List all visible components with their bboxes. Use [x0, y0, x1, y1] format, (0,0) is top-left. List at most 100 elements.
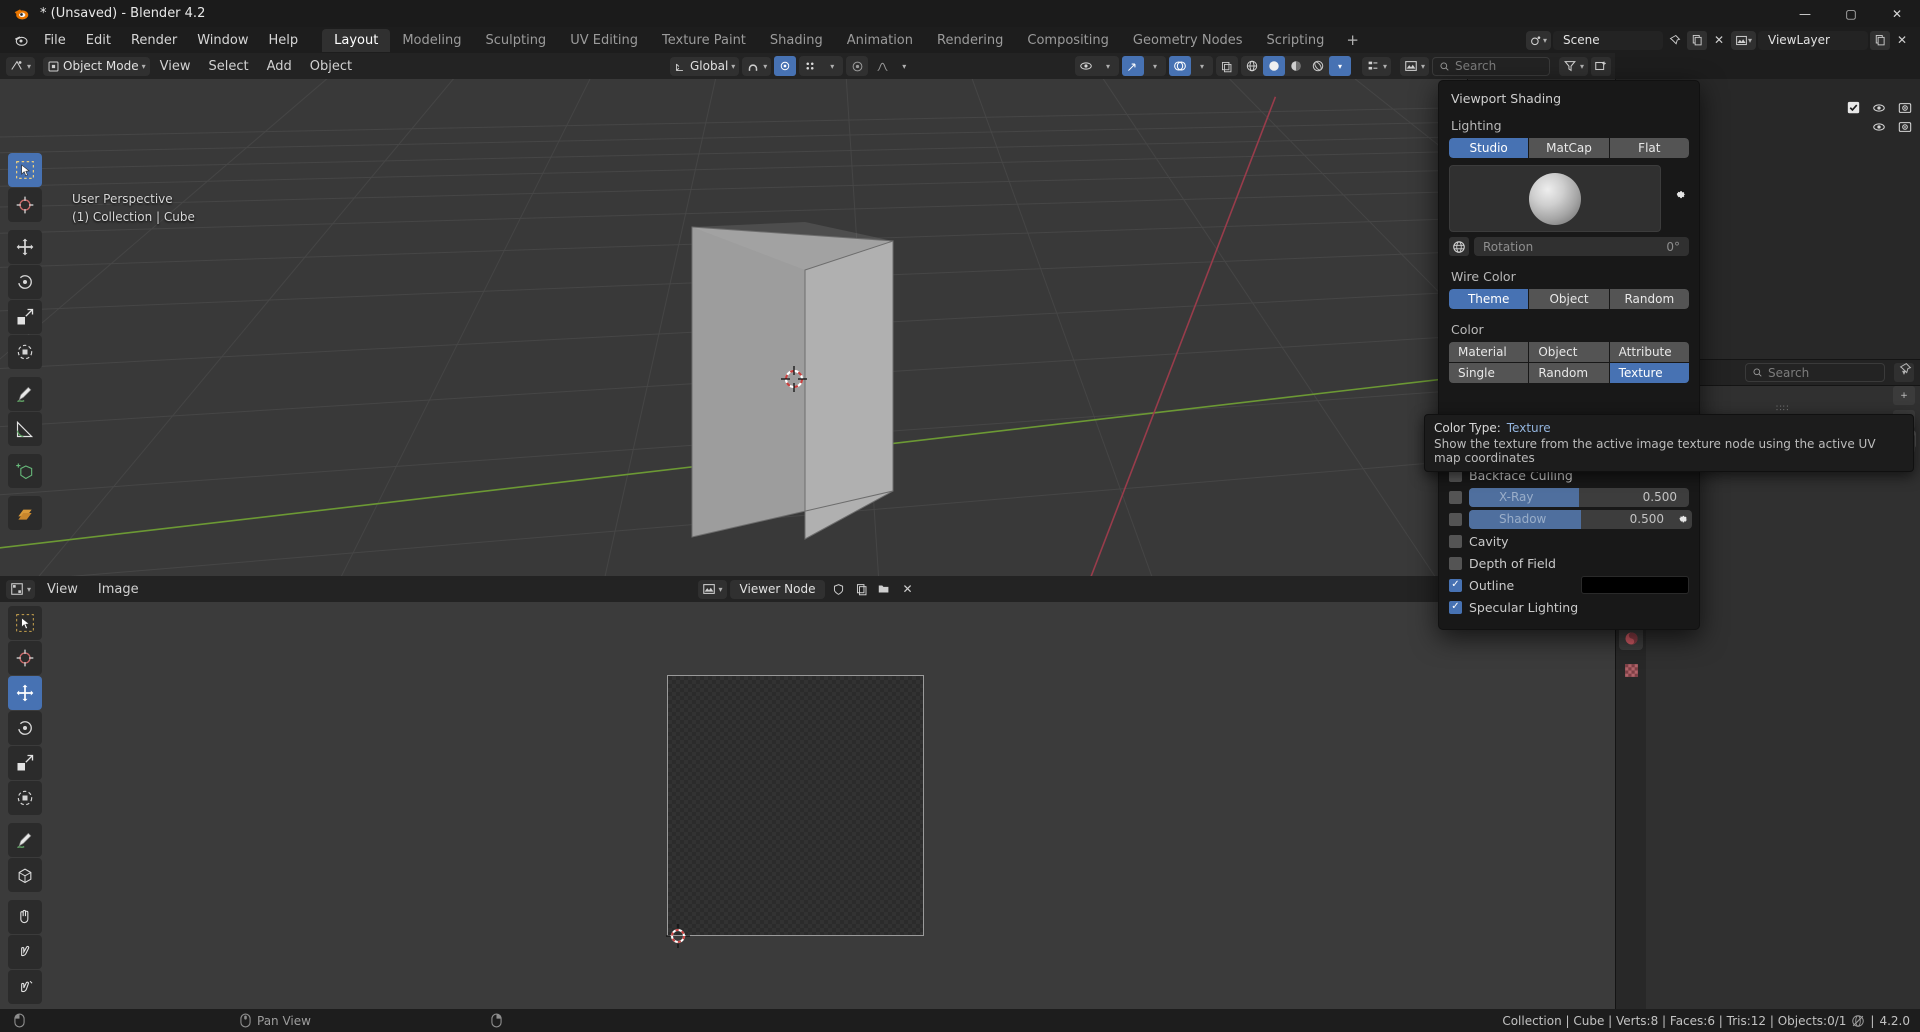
outline-checkbox[interactable]: [1449, 579, 1462, 592]
studiolight-preview[interactable]: [1449, 165, 1661, 232]
filter-dropdown[interactable]: ▾: [1559, 57, 1588, 76]
specular-lighting-checkbox[interactable]: [1449, 601, 1462, 614]
camera-render-icon[interactable]: [1898, 120, 1912, 134]
overlays-icon[interactable]: [1169, 56, 1191, 76]
tool-annotate[interactable]: [8, 377, 42, 411]
tab-sculpting[interactable]: Sculpting: [473, 29, 558, 52]
uv-tool-transform[interactable]: [8, 781, 42, 815]
tool-shear[interactable]: [8, 496, 42, 530]
add-workspace-button[interactable]: +: [1336, 29, 1369, 51]
uv-tool-relax[interactable]: [8, 858, 42, 892]
tool-scale[interactable]: [8, 300, 42, 334]
new-collection-button[interactable]: [1591, 57, 1611, 76]
maximize-button[interactable]: ▢: [1828, 0, 1874, 27]
color-type-texture[interactable]: Texture: [1610, 363, 1689, 383]
shading-mode-group[interactable]: ▾: [1241, 56, 1351, 76]
outline-color-swatch[interactable]: [1581, 576, 1689, 594]
gizmo-toggle-group[interactable]: ▾: [1122, 56, 1166, 76]
studiolight-rotation-slider[interactable]: Rotation 0°: [1474, 237, 1689, 256]
lighting-option-matcap[interactable]: MatCap: [1529, 138, 1608, 158]
viewlayer-name-field[interactable]: ViewLayer: [1758, 31, 1868, 50]
viewlayer-browse-dropdown[interactable]: ▾: [1731, 31, 1756, 50]
outliner-search-input[interactable]: Search: [1432, 57, 1550, 76]
tool-rotate[interactable]: [8, 265, 42, 299]
wire-color-theme[interactable]: Theme: [1449, 289, 1528, 309]
uv-image-canvas[interactable]: [667, 675, 924, 936]
tab-geometry-nodes[interactable]: Geometry Nodes: [1121, 29, 1255, 52]
uv-tool-pinch[interactable]: [8, 935, 42, 969]
xray-toggle[interactable]: [1216, 56, 1238, 76]
color-type-attribute[interactable]: Attribute: [1610, 342, 1689, 362]
new-scene-button[interactable]: [1687, 31, 1707, 50]
eye-icon[interactable]: [1872, 120, 1886, 134]
viewport-menu-select[interactable]: Select: [200, 57, 256, 76]
tool-measure[interactable]: [8, 412, 42, 446]
scene-name-field[interactable]: Scene: [1553, 31, 1663, 50]
color-type-material[interactable]: Material: [1449, 342, 1528, 362]
tab-texture-paint[interactable]: Texture Paint: [650, 29, 758, 52]
option-xray[interactable]: X-Ray 0.500: [1449, 487, 1689, 507]
tab-rendering[interactable]: Rendering: [925, 29, 1015, 52]
falloff-curve-group[interactable]: ▾: [871, 56, 915, 76]
editor-type-selector[interactable]: ▾: [6, 57, 35, 76]
option-outline[interactable]: Outline: [1449, 575, 1689, 595]
overlays-chevron-icon[interactable]: ▾: [1191, 56, 1213, 76]
minimize-button[interactable]: —: [1782, 0, 1828, 27]
color-type-object[interactable]: Object: [1529, 342, 1608, 362]
3d-viewport[interactable]: User Perspective (1) Collection | Cube: [0, 79, 1615, 576]
tool-transform[interactable]: [8, 335, 42, 369]
tab-shading[interactable]: Shading: [758, 29, 835, 52]
tool-select-box[interactable]: [8, 153, 42, 187]
shadow-checkbox[interactable]: [1449, 513, 1462, 526]
depth-of-field-checkbox[interactable]: [1449, 557, 1462, 570]
outliner-display-mode[interactable]: ▾: [1400, 57, 1429, 76]
uv-tool-select-box[interactable]: [8, 606, 42, 640]
properties-search-input[interactable]: Search: [1745, 363, 1885, 382]
blender-menu-icon[interactable]: [8, 27, 34, 53]
menu-render[interactable]: Render: [121, 30, 187, 51]
eye-icon[interactable]: [1872, 101, 1886, 115]
tab-uv-editing[interactable]: UV Editing: [558, 29, 650, 52]
tab-texture[interactable]: [1619, 658, 1643, 682]
smooth-curve-icon[interactable]: [871, 56, 893, 76]
shadow-slider[interactable]: Shadow 0.500: [1469, 510, 1692, 529]
visibility-chevron-icon[interactable]: ▾: [1097, 56, 1119, 76]
transform-orientation-dropdown[interactable]: Global ▾: [670, 57, 739, 76]
uv-menu-image[interactable]: Image: [90, 580, 147, 599]
wire-color-object[interactable]: Object: [1529, 289, 1608, 309]
close-button[interactable]: ✕: [1874, 0, 1920, 27]
cavity-checkbox[interactable]: [1449, 535, 1462, 548]
viewport-menu-view[interactable]: View: [152, 57, 199, 76]
tab-scripting[interactable]: Scripting: [1255, 29, 1337, 52]
scene-browse-dropdown[interactable]: ▾: [1526, 31, 1551, 50]
interaction-mode-selector[interactable]: Object Mode ▾: [43, 57, 150, 76]
uv-menu-view[interactable]: View: [39, 580, 86, 599]
remove-viewlayer-button[interactable]: ✕: [1892, 31, 1912, 50]
shading-popover-chevron-icon[interactable]: ▾: [1329, 56, 1351, 76]
studiolight-settings[interactable]: [1669, 165, 1689, 202]
outliner-filter-dropdown[interactable]: ▾: [1362, 57, 1391, 76]
new-viewlayer-button[interactable]: [1870, 31, 1890, 50]
uv-tool-scale[interactable]: [8, 746, 42, 780]
option-specular-lighting[interactable]: Specular Lighting: [1449, 597, 1689, 617]
proportional-circle-group[interactable]: [846, 56, 868, 76]
dot-grid-icon[interactable]: [799, 56, 821, 76]
uv-tool-smooth[interactable]: [8, 970, 42, 1004]
shadow-settings-gear-icon[interactable]: [1675, 512, 1689, 526]
circle-dot-icon[interactable]: [846, 56, 868, 76]
curve-chevron-icon[interactable]: ▾: [893, 56, 915, 76]
image-name-field[interactable]: Viewer Node: [730, 580, 826, 599]
color-type-single[interactable]: Single: [1449, 363, 1528, 383]
world-space-lighting-icon[interactable]: [1449, 237, 1469, 256]
tool-cursor[interactable]: [8, 188, 42, 222]
uv-tool-rotate[interactable]: [8, 711, 42, 745]
xray-icon[interactable]: [1216, 56, 1238, 76]
viewport-menu-add[interactable]: Add: [259, 57, 300, 76]
uv-image-editor[interactable]: [0, 602, 1615, 1009]
tab-animation[interactable]: Animation: [835, 29, 925, 52]
xray-slider[interactable]: X-Ray 0.500: [1469, 488, 1689, 507]
fake-user-shield-icon[interactable]: [828, 580, 848, 599]
uv-tool-cursor[interactable]: [8, 641, 42, 675]
proportional-edit-icon[interactable]: [774, 56, 796, 76]
unlink-image-button[interactable]: ✕: [897, 580, 917, 599]
